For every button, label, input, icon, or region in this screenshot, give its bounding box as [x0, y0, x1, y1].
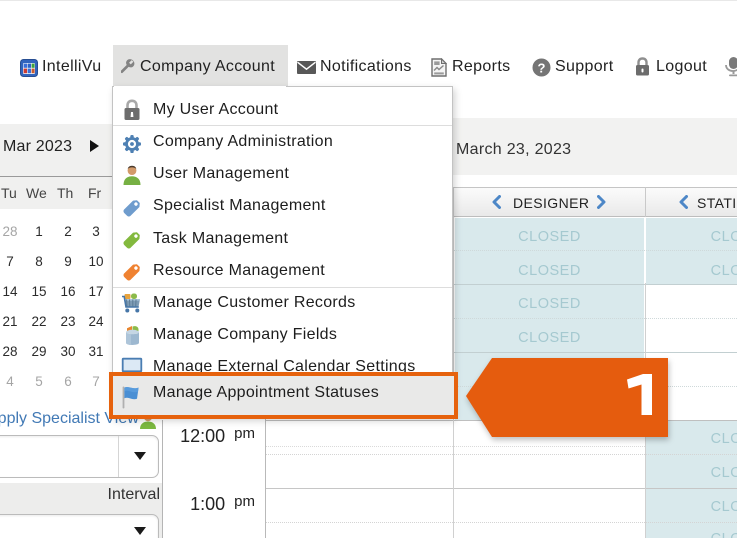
- svg-text:?: ?: [538, 60, 546, 75]
